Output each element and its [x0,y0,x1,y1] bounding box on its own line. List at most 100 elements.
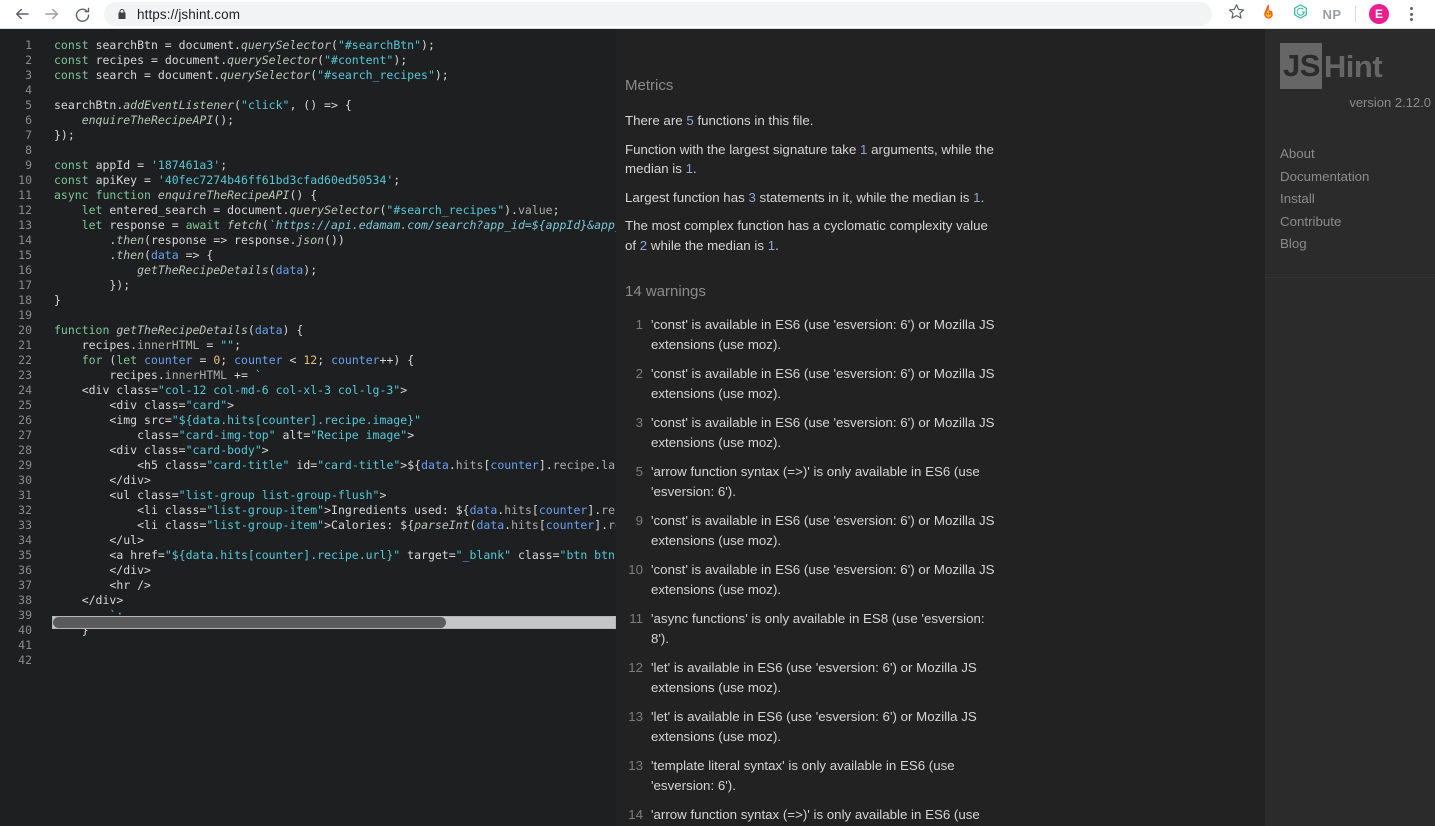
warning-row: 14 'arrow function syntax (=>)' is only a… [625,805,1000,826]
line-number: 12 [18,203,32,217]
browser-toolbar: https://jshint.com NP E [0,0,1435,29]
logo-js-text: JS [1280,43,1322,89]
line-number: 3 [25,68,32,82]
chrome-menu-button[interactable] [1398,1,1424,27]
code-line: const appId = '187461a3'; [54,158,228,172]
line-number: 7 [25,128,32,142]
address-bar[interactable]: https://jshint.com [104,2,1212,26]
metrics-list: There are 5 functions in this file. Funct… [625,111,1000,255]
warning-message: 'async functions' is only available in E… [651,611,985,646]
code-line: <ul class="list-group list-group-flush"> [54,488,387,502]
sidebar-link-contribute[interactable]: Contribute [1280,211,1435,234]
line-number: 24 [18,383,32,397]
warning-message: 'const' is available in ES6 (use 'esvers… [651,415,995,450]
code-line: }); [54,278,131,292]
logo-hint-text: Hint [1323,48,1383,84]
code-line: <hr /> [54,578,151,592]
line-number: 5 [25,98,32,112]
metric-value: 1 [685,161,694,176]
line-number: 13 [18,218,32,232]
code-line: enquireTheRecipeAPI(); [81,113,235,127]
sidebar-link-documentation[interactable]: Documentation [1280,166,1435,189]
flame-extension-button[interactable] [1255,1,1281,27]
scrollbar-thumb[interactable] [53,617,447,628]
forward-button[interactable] [38,0,66,28]
warning-message: 'const' is available in ES6 (use 'esvers… [651,366,995,401]
warning-row: 11 'async functions' is only available in… [625,609,1000,648]
metric-text: Largest function has [625,189,749,205]
line-number: 9 [25,158,32,172]
warning-row: 2 'const' is available in ES6 (use 'esver… [625,364,1000,403]
version-label: version 2.12.0 [1349,95,1431,110]
warning-line-number: 3 [635,415,643,430]
code-line: async function enquireTheRecipeAPI() { [54,188,318,202]
jshint-logo[interactable]: JS Hint [1280,43,1435,89]
line-number: 19 [18,308,32,322]
line-number: 2 [25,53,32,67]
warning-message: 'const' is available in ES6 (use 'esvers… [651,317,995,352]
code-line: </div> [54,473,151,487]
bookmark-button[interactable] [1223,1,1249,27]
warning-line-number: 14 [628,807,643,822]
line-number: 36 [18,563,32,577]
warning-message: 'const' is available in ES6 (use 'esvers… [651,562,995,597]
warning-message: 'let' is available in ES6 (use 'esversio… [651,660,977,695]
profile-button[interactable]: E [1366,1,1392,27]
code-line: for (let counter = 0; counter < 12; coun… [81,353,415,367]
url-text: https://jshint.com [137,6,241,22]
metric-text: . [980,189,985,205]
warning-row: 12 'let' is available in ES6 (use 'esvers… [625,658,1000,697]
line-number: 21 [18,338,32,352]
sidebar-link-blog[interactable]: Blog [1280,233,1435,256]
metric-value: 5 [686,113,694,128]
sidebar-link-about[interactable]: About [1280,143,1435,166]
line-number: 15 [18,248,32,262]
kebab-menu-icon [1409,7,1413,21]
metric-value: 1 [973,189,981,205]
code-line: </ul> [54,533,145,547]
line-number: 39 [18,608,32,622]
editor-horizontal-scrollbar[interactable] [52,616,616,629]
back-button[interactable] [8,0,36,28]
line-number: 28 [18,443,32,457]
code-line: <div class="card"> [54,398,235,412]
sidebar-nav: About Documentation Install Contribute Blog [1280,143,1435,256]
warning-row: 5 'arrow function syntax (=>)' is only av… [625,462,1000,501]
code-editor-pane[interactable]: 1 2 3 4 5 6 7 8 9 10 11 12 13 14 15 16 17 18 19 20 21 22 23 24 2… [0,29,616,826]
metric-text: . [693,161,697,176]
code-line: const searchBtn = document.querySelector… [54,38,435,52]
warning-row: 13 'let' is available in ES6 (use 'esvers… [625,707,1000,746]
warning-row: 13 'template literal syntax' is only avai… [625,756,1000,795]
sidebar-link-install[interactable]: Install [1280,188,1435,211]
metric-text: functions in this file. [693,113,814,128]
page-body: 1 2 3 4 5 6 7 8 9 10 11 12 13 14 15 16 17 18 19 20 21 22 23 24 2… [0,29,1435,826]
code-line: <li class="list-group-item">Ingredients … [54,503,616,517]
code-text[interactable]: const searchBtn = document.querySelector… [38,38,616,668]
line-number: 22 [18,353,32,367]
warning-line-number: 5 [635,464,643,479]
code-line: class="card-img-top" alt="Recipe image"> [137,428,415,442]
reload-button[interactable] [68,0,96,28]
forward-arrow-icon [43,5,61,23]
line-number: 11 [18,188,32,202]
metric-text: statements in it, while the median is [755,189,974,205]
line-number: 40 [18,623,32,637]
code-area[interactable]: 1 2 3 4 5 6 7 8 9 10 11 12 13 14 15 16 17 18 19 20 21 22 23 24 2… [0,29,616,668]
toolbar-actions: NP E [1220,1,1427,27]
metrics-heading: Metrics [625,77,674,94]
grammarly-extension-button[interactable] [1287,1,1313,27]
line-number: 34 [18,533,32,547]
np-extension-button[interactable]: NP [1319,1,1345,27]
code-line: const search = document.querySelector("#… [54,68,449,82]
code-line: .then(response => response.json()) [54,233,345,247]
line-number: 42 [18,653,32,667]
line-number: 31 [18,488,32,502]
line-number: 4 [25,83,32,97]
code-line: function getTheRecipeDetails(data) { [54,323,304,337]
code-line: <div class="col-12 col-md-6 col-xl-3 col… [54,383,408,397]
metric-text: while the median is [647,237,768,253]
np-extension-label: NP [1322,6,1342,22]
lock-icon [116,8,128,20]
